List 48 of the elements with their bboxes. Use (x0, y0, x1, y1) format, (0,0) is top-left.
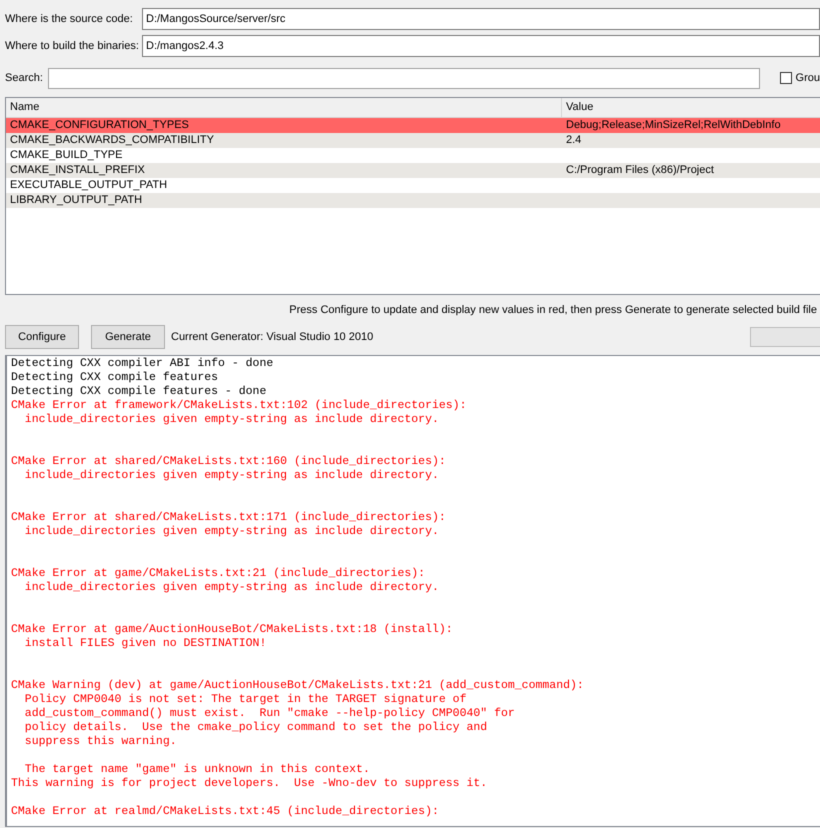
error-line: include_directories given empty-string as include directory. (24, 469, 439, 483)
field-label: Where is the source code: (5, 12, 133, 25)
path-field[interactable]: D:/mangos2.4.3 (142, 35, 820, 57)
error-line: CMake Error at shared/CMakeLists.txt:160 (include_directories): (11, 455, 446, 469)
search-field[interactable] (48, 68, 760, 88)
log-line: Detecting CXX compile features (11, 371, 218, 385)
column-header[interactable]: Value (562, 98, 820, 117)
error-line: include_directories given empty-string as include directory. (24, 525, 439, 539)
table-cell: CMAKE_CONFIGURATION_TYPES (10, 119, 189, 132)
table-cell-text: Debug;Release;MinSizeRel;RelWithDebInfo (565, 118, 781, 133)
table-cell: CMAKE_BUILD_TYPE (10, 149, 122, 162)
checkbox-label: Grou (796, 70, 820, 86)
error-line: CMake Error at realmd/CMakeLists.txt:45 (include_directories): (11, 805, 439, 819)
field-label: Where to build the binaries: (5, 40, 139, 52)
warning-line: Policy CMP0040 is not set: The target in the TARGET signature of (24, 693, 466, 707)
table-row[interactable]: CMAKE_INSTALL_PREFIX C:/Program Files (x86)/Project (6, 163, 820, 178)
column-header[interactable]: Name (6, 98, 562, 117)
error-line: CMake Error at game/AuctionHouseBot/CMakeLists.txt:18 (install): (11, 623, 453, 637)
error-line: include_directories given empty-string as include directory. (24, 413, 439, 427)
hint-text: Press Configure to update and display new values in red, then press Generate to generate selected build file (289, 302, 817, 318)
field-label: Search: (5, 72, 43, 84)
warning-line: This warning is for project developers. Use -Wno-dev to suppress it. (11, 777, 488, 791)
error-line: CMake Error at framework/CMakeLists.txt:102 (include_directories): (11, 399, 466, 413)
table-row[interactable]: LIBRARY_OUTPUT_PATH (6, 193, 820, 208)
log-line: Detecting CXX compiler ABI info - done (11, 357, 274, 371)
table-cell-text: 2.4 (565, 133, 582, 148)
table-cell: EXECUTABLE_OUTPUT_PATH (10, 179, 168, 192)
log-line: Detecting CXX compile features - done (11, 385, 266, 399)
error-line: install FILES given no DESTINATION! (24, 637, 266, 651)
checkbox[interactable] (780, 72, 792, 84)
table-row[interactable]: CMAKE_CONFIGURATION_TYPES Debug;Release;MinSizeRel;RelWithDebInfo (6, 118, 820, 133)
action-button[interactable]: Configure (5, 325, 79, 349)
table-cell: CMAKE_INSTALL_PREFIX (10, 164, 145, 176)
error-line: CMake Error at shared/CMakeLists.txt:171 (include_directories): (11, 511, 446, 525)
table-row[interactable]: CMAKE_BACKWARDS_COMPATIBILITY 2.4 (6, 133, 820, 148)
table-cell-text: C:/Program Files (x86)/Project (565, 163, 714, 178)
path-field[interactable]: D:/MangosSource/server/src (142, 8, 820, 30)
generator-label: Current Generator: Visual Studio 10 2010 (171, 330, 374, 345)
table-cell: LIBRARY_OUTPUT_PATH (10, 194, 142, 206)
error-line: include_directories given empty-string as include directory. (24, 581, 439, 595)
error-line: CMake Error at game/CMakeLists.txt:21 (include_directories): (11, 567, 426, 581)
warning-line: suppress this warning. (24, 735, 177, 749)
table-cell: CMAKE_BACKWARDS_COMPATIBILITY (10, 134, 214, 146)
warning-line: add_custom_command() must exist. Run "cmake --help-policy CMP0040" for (24, 707, 515, 721)
warning-line: CMake Warning (dev) at game/AuctionHouseBot/CMakeLists.txt:21 (add_custom_command): (11, 679, 584, 693)
warning-line: policy details. Use the cmake_policy command to set the policy and (24, 721, 488, 735)
warning-line: The target name "game" is unknown in this context. (24, 763, 370, 777)
action-button[interactable]: Generate (91, 325, 165, 349)
